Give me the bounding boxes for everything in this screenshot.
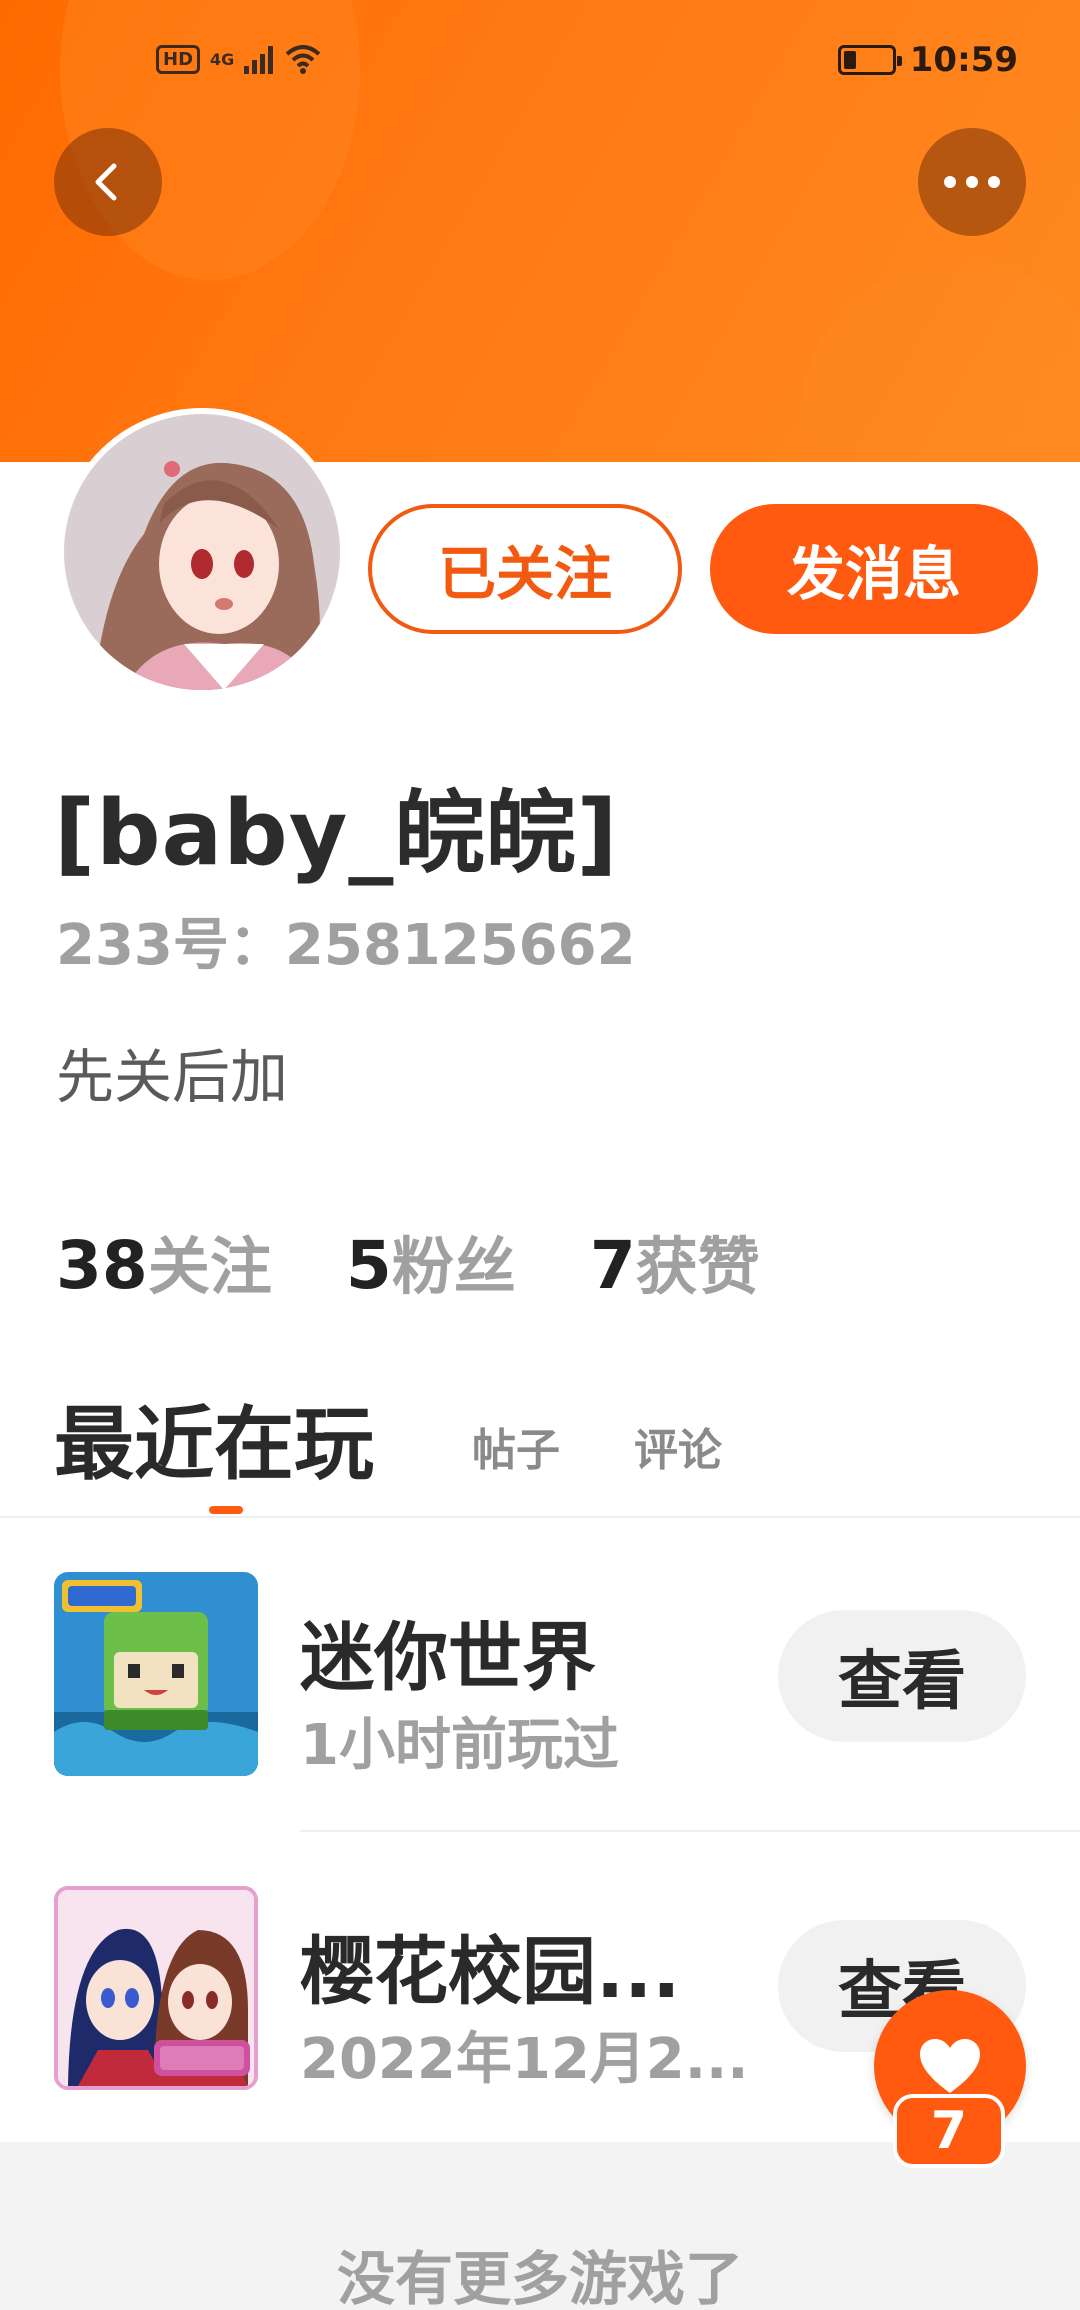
stat-value: 7 <box>589 1227 636 1304</box>
game-icon-mini-world <box>54 1572 258 1776</box>
game-list-item[interactable]: 迷你世界 1小时前玩过 查看 <box>0 1548 1080 1808</box>
list-divider <box>300 1830 1080 1832</box>
status-bar: HD 4G 10:59 <box>0 0 1080 120</box>
stat-label: 粉丝 <box>391 1230 516 1303</box>
stat-label: 获赞 <box>635 1230 760 1303</box>
tabs-divider <box>0 1516 1080 1518</box>
network-type: 4G <box>210 49 235 69</box>
stat-likes[interactable]: 7 获赞 <box>590 1216 760 1306</box>
game-icon-sakura-school <box>54 1886 258 2090</box>
battery-icon <box>837 45 902 75</box>
tab-posts[interactable]: 帖子 <box>472 1414 560 1478</box>
stat-following[interactable]: 38 关注 <box>56 1216 272 1306</box>
more-button[interactable] <box>918 128 1026 236</box>
stat-value: 5 <box>345 1227 392 1304</box>
profile-tabs: 最近在玩 帖子 评论 <box>54 1380 1054 1514</box>
no-more-games-text: 没有更多游戏了 <box>336 2245 743 2310</box>
game-name: 迷你世界 <box>300 1615 596 1701</box>
status-left: HD 4G <box>156 44 323 74</box>
status-right: 10:59 <box>837 40 1018 80</box>
view-game-button[interactable]: 查看 <box>778 1610 1026 1742</box>
user-bio: 先关后加 <box>56 1043 289 1111</box>
status-time: 10:59 <box>909 40 1018 80</box>
username: [baby_皖皖] <box>54 781 619 886</box>
tab-comments[interactable]: 评论 <box>634 1414 722 1478</box>
back-button[interactable] <box>54 128 162 236</box>
game-name: 樱花校园... <box>300 1929 681 2015</box>
hd-badge: HD <box>156 44 201 74</box>
tab-recently-played[interactable]: 最近在玩 <box>54 1380 374 1496</box>
send-message-button[interactable]: 发消息 <box>710 504 1038 634</box>
heart-icon <box>920 2039 980 2093</box>
game-last-played: 2022年12月2... <box>300 2027 749 2092</box>
stat-followers[interactable]: 5 粉丝 <box>346 1216 516 1306</box>
avatar[interactable] <box>58 408 346 696</box>
wifi-icon <box>285 45 321 74</box>
game-last-played: 1小时前玩过 <box>300 1713 619 1778</box>
stat-value: 38 <box>56 1227 148 1304</box>
user-id: 233号：258125662 <box>56 913 636 978</box>
like-count-badge: 7 <box>893 2094 1005 2168</box>
following-button[interactable]: 已关注 <box>368 504 682 634</box>
chevron-left-icon <box>95 163 117 201</box>
header-decoration <box>800 260 1080 462</box>
profile-stats: 38 关注 5 粉丝 7 获赞 <box>56 1216 834 1306</box>
avatar-image <box>64 414 340 690</box>
active-tab-indicator <box>209 1506 243 1514</box>
stat-label: 关注 <box>147 1230 272 1303</box>
signal-icon <box>244 44 274 74</box>
more-horizontal-icon <box>944 176 1000 188</box>
